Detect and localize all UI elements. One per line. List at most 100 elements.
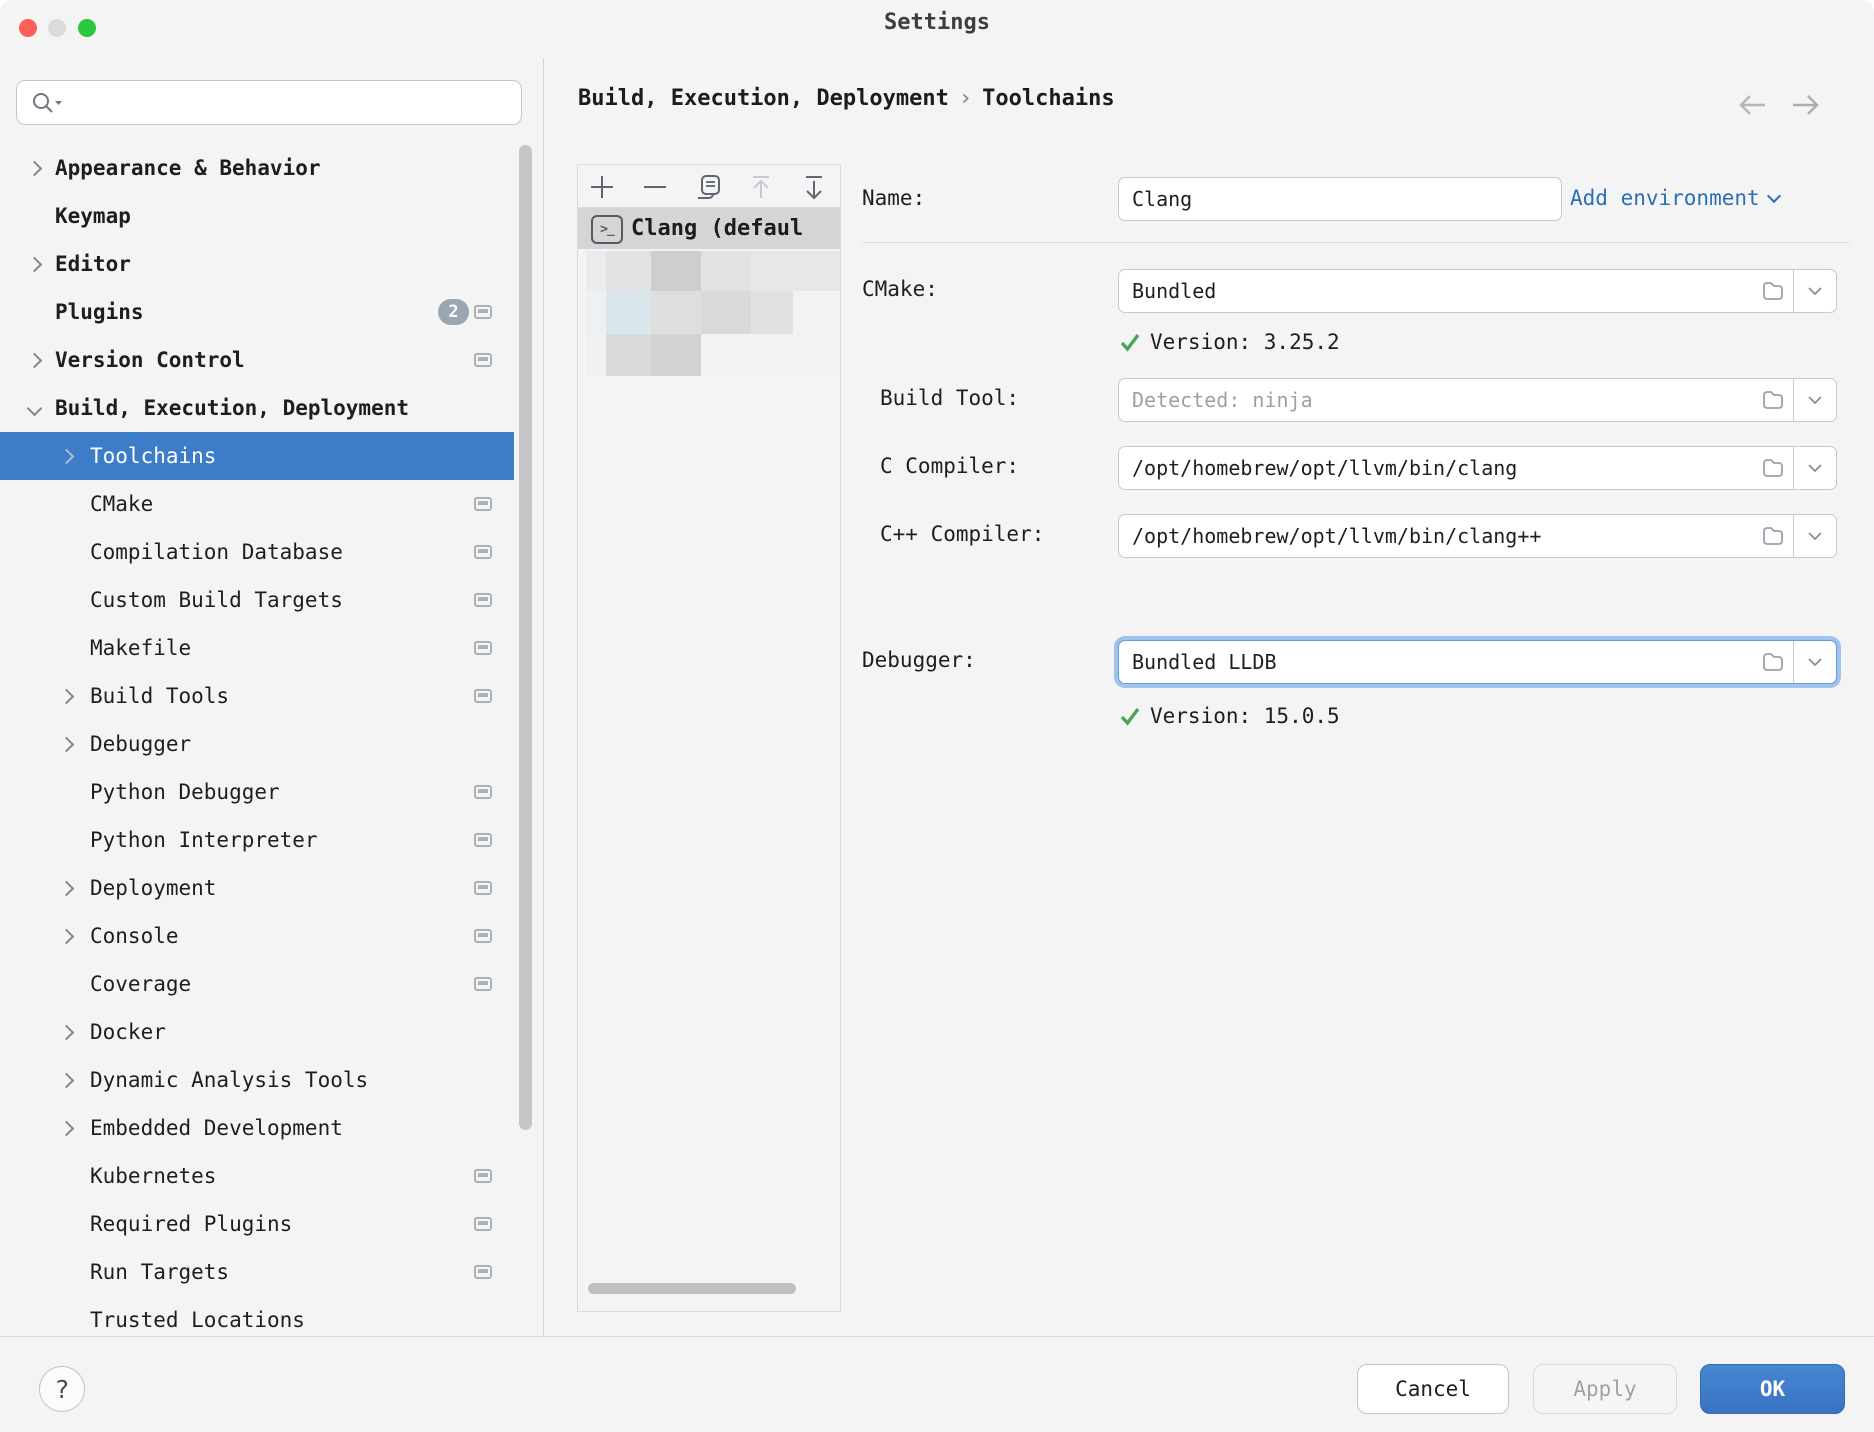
cpp-compiler-combo[interactable]: /opt/homebrew/opt/llvm/bin/clang++ bbox=[1118, 514, 1837, 558]
folder-icon[interactable] bbox=[1753, 280, 1793, 302]
cancel-button[interactable]: Cancel bbox=[1357, 1364, 1509, 1414]
sidebar-divider bbox=[543, 58, 544, 1336]
ok-button[interactable]: OK bbox=[1700, 1364, 1845, 1414]
debugger-combo[interactable]: Bundled LLDB bbox=[1118, 640, 1837, 684]
sidebar-item-run-targets[interactable]: Run Targets bbox=[0, 1248, 514, 1296]
chevron-down-icon bbox=[1807, 285, 1823, 297]
cmake-version-text: Version: 3.25.2 bbox=[1150, 330, 1340, 354]
sidebar-item-python-debugger[interactable]: Python Debugger bbox=[0, 768, 514, 816]
sidebar-item-label: Python Interpreter bbox=[90, 828, 318, 852]
chevron-right-icon[interactable] bbox=[59, 689, 75, 705]
chevron-right-icon[interactable] bbox=[27, 353, 43, 369]
sidebar-item-custom-build-targets[interactable]: Custom Build Targets bbox=[0, 576, 514, 624]
sidebar-item-makefile[interactable]: Makefile bbox=[0, 624, 514, 672]
sidebar-item-required-plugins[interactable]: Required Plugins bbox=[0, 1200, 514, 1248]
sidebar-item-plugins[interactable]: Plugins 2 bbox=[0, 288, 514, 336]
build-tool-combo[interactable]: Detected: ninja bbox=[1118, 378, 1837, 422]
redacted-block bbox=[586, 291, 606, 334]
redacted-block bbox=[651, 291, 701, 334]
sidebar-item-toolchains[interactable]: Toolchains bbox=[0, 432, 514, 480]
build-tool-dropdown-button[interactable] bbox=[1794, 379, 1836, 421]
sidebar-item-label: Editor bbox=[55, 252, 131, 276]
check-icon bbox=[1119, 705, 1141, 727]
chevron-down-icon bbox=[1807, 462, 1823, 474]
chevron-right-icon[interactable] bbox=[59, 1025, 75, 1041]
forward-arrow-button[interactable] bbox=[1787, 90, 1823, 120]
settings-marker-icon bbox=[474, 641, 492, 655]
debugger-version-status: Version: 15.0.5 bbox=[1119, 704, 1340, 728]
chevron-right-icon[interactable] bbox=[27, 161, 43, 177]
chevron-down-icon bbox=[1807, 394, 1823, 406]
breadcrumb-section[interactable]: Build, Execution, Deployment bbox=[578, 86, 949, 111]
sidebar-scrollbar[interactable] bbox=[519, 145, 532, 1130]
sidebar-item-label: Run Targets bbox=[90, 1260, 229, 1284]
redacted-block bbox=[701, 334, 840, 376]
sidebar-item-appearance-behavior[interactable]: Appearance & Behavior bbox=[0, 144, 514, 192]
cpp-compiler-value: /opt/homebrew/opt/llvm/bin/clang++ bbox=[1119, 524, 1753, 548]
chevron-right-icon[interactable] bbox=[59, 449, 75, 465]
sidebar-item-cmake[interactable]: CMake bbox=[0, 480, 514, 528]
folder-icon[interactable] bbox=[1753, 457, 1793, 479]
sidebar-item-editor[interactable]: Editor bbox=[0, 240, 514, 288]
c-compiler-combo[interactable]: /opt/homebrew/opt/llvm/bin/clang bbox=[1118, 446, 1837, 490]
build-tool-label: Build Tool: bbox=[880, 386, 1019, 410]
toolchain-list-hscrollbar[interactable] bbox=[588, 1283, 796, 1294]
sidebar-item-label: Coverage bbox=[90, 972, 191, 996]
settings-marker-icon bbox=[474, 1217, 492, 1231]
sidebar-item-keymap[interactable]: Keymap bbox=[0, 192, 514, 240]
sidebar-item-label: Dynamic Analysis Tools bbox=[90, 1068, 368, 1092]
chevron-right-icon[interactable] bbox=[59, 1121, 75, 1137]
sidebar-item-build-tools[interactable]: Build Tools bbox=[0, 672, 514, 720]
sidebar-item-trusted-locations[interactable]: Trusted Locations bbox=[0, 1296, 514, 1336]
sidebar-item-label: Compilation Database bbox=[90, 540, 343, 564]
name-input[interactable] bbox=[1118, 177, 1562, 221]
settings-marker-icon bbox=[474, 497, 492, 511]
plugins-count-badge: 2 bbox=[438, 299, 469, 325]
search-icon bbox=[31, 91, 65, 115]
sidebar-item-docker[interactable]: Docker bbox=[0, 1008, 514, 1056]
sidebar-item-python-interpreter[interactable]: Python Interpreter bbox=[0, 816, 514, 864]
c-compiler-dropdown-button[interactable] bbox=[1794, 447, 1836, 489]
sidebar-item-build-execution-deployment[interactable]: Build, Execution, Deployment bbox=[0, 384, 514, 432]
folder-icon[interactable] bbox=[1753, 389, 1793, 411]
add-environment-label: Add environment bbox=[1570, 186, 1760, 210]
debugger-value: Bundled LLDB bbox=[1119, 650, 1753, 674]
sidebar-item-console[interactable]: Console bbox=[0, 912, 514, 960]
search-options-caret-icon bbox=[55, 101, 62, 105]
settings-search-input[interactable] bbox=[16, 80, 522, 125]
cmake-dropdown-button[interactable] bbox=[1794, 270, 1836, 312]
settings-marker-icon bbox=[474, 929, 492, 943]
debugger-dropdown-button[interactable] bbox=[1794, 641, 1836, 683]
cmake-combo[interactable]: Bundled bbox=[1118, 269, 1837, 313]
chevron-down-icon[interactable] bbox=[27, 401, 43, 417]
folder-icon[interactable] bbox=[1753, 525, 1793, 547]
sidebar-item-coverage[interactable]: Coverage bbox=[0, 960, 514, 1008]
back-arrow-button[interactable] bbox=[1735, 90, 1771, 120]
sidebar-item-label: Embedded Development bbox=[90, 1116, 343, 1140]
chevron-right-icon[interactable] bbox=[59, 881, 75, 897]
sidebar-item-embedded-development[interactable]: Embedded Development bbox=[0, 1104, 514, 1152]
chevron-right-icon[interactable] bbox=[59, 737, 75, 753]
sidebar-item-label: Toolchains bbox=[90, 444, 216, 468]
sidebar-item-kubernetes[interactable]: Kubernetes bbox=[0, 1152, 514, 1200]
chevron-right-icon[interactable] bbox=[59, 1073, 75, 1089]
settings-marker-icon bbox=[474, 353, 492, 367]
sidebar-item-debugger[interactable]: Debugger bbox=[0, 720, 514, 768]
folder-icon[interactable] bbox=[1753, 651, 1793, 673]
cpp-compiler-dropdown-button[interactable] bbox=[1794, 515, 1836, 557]
sidebar-item-label: Custom Build Targets bbox=[90, 588, 343, 612]
chevron-right-icon[interactable] bbox=[27, 257, 43, 273]
sidebar-item-label: CMake bbox=[90, 492, 153, 516]
sidebar-item-version-control[interactable]: Version Control bbox=[0, 336, 514, 384]
redacted-block bbox=[751, 251, 840, 291]
sidebar-item-compilation-database[interactable]: Compilation Database bbox=[0, 528, 514, 576]
add-environment-link[interactable]: Add environment bbox=[1570, 186, 1779, 210]
chevron-down-icon bbox=[1767, 189, 1781, 203]
apply-button[interactable]: Apply bbox=[1533, 1364, 1677, 1414]
chevron-right-icon[interactable] bbox=[59, 929, 75, 945]
sidebar-item-dynamic-analysis-tools[interactable]: Dynamic Analysis Tools bbox=[0, 1056, 514, 1104]
sidebar-item-label: Plugins bbox=[55, 300, 144, 324]
help-button[interactable]: ? bbox=[39, 1366, 85, 1412]
c-compiler-label: C Compiler: bbox=[880, 454, 1019, 478]
sidebar-item-deployment[interactable]: Deployment bbox=[0, 864, 514, 912]
